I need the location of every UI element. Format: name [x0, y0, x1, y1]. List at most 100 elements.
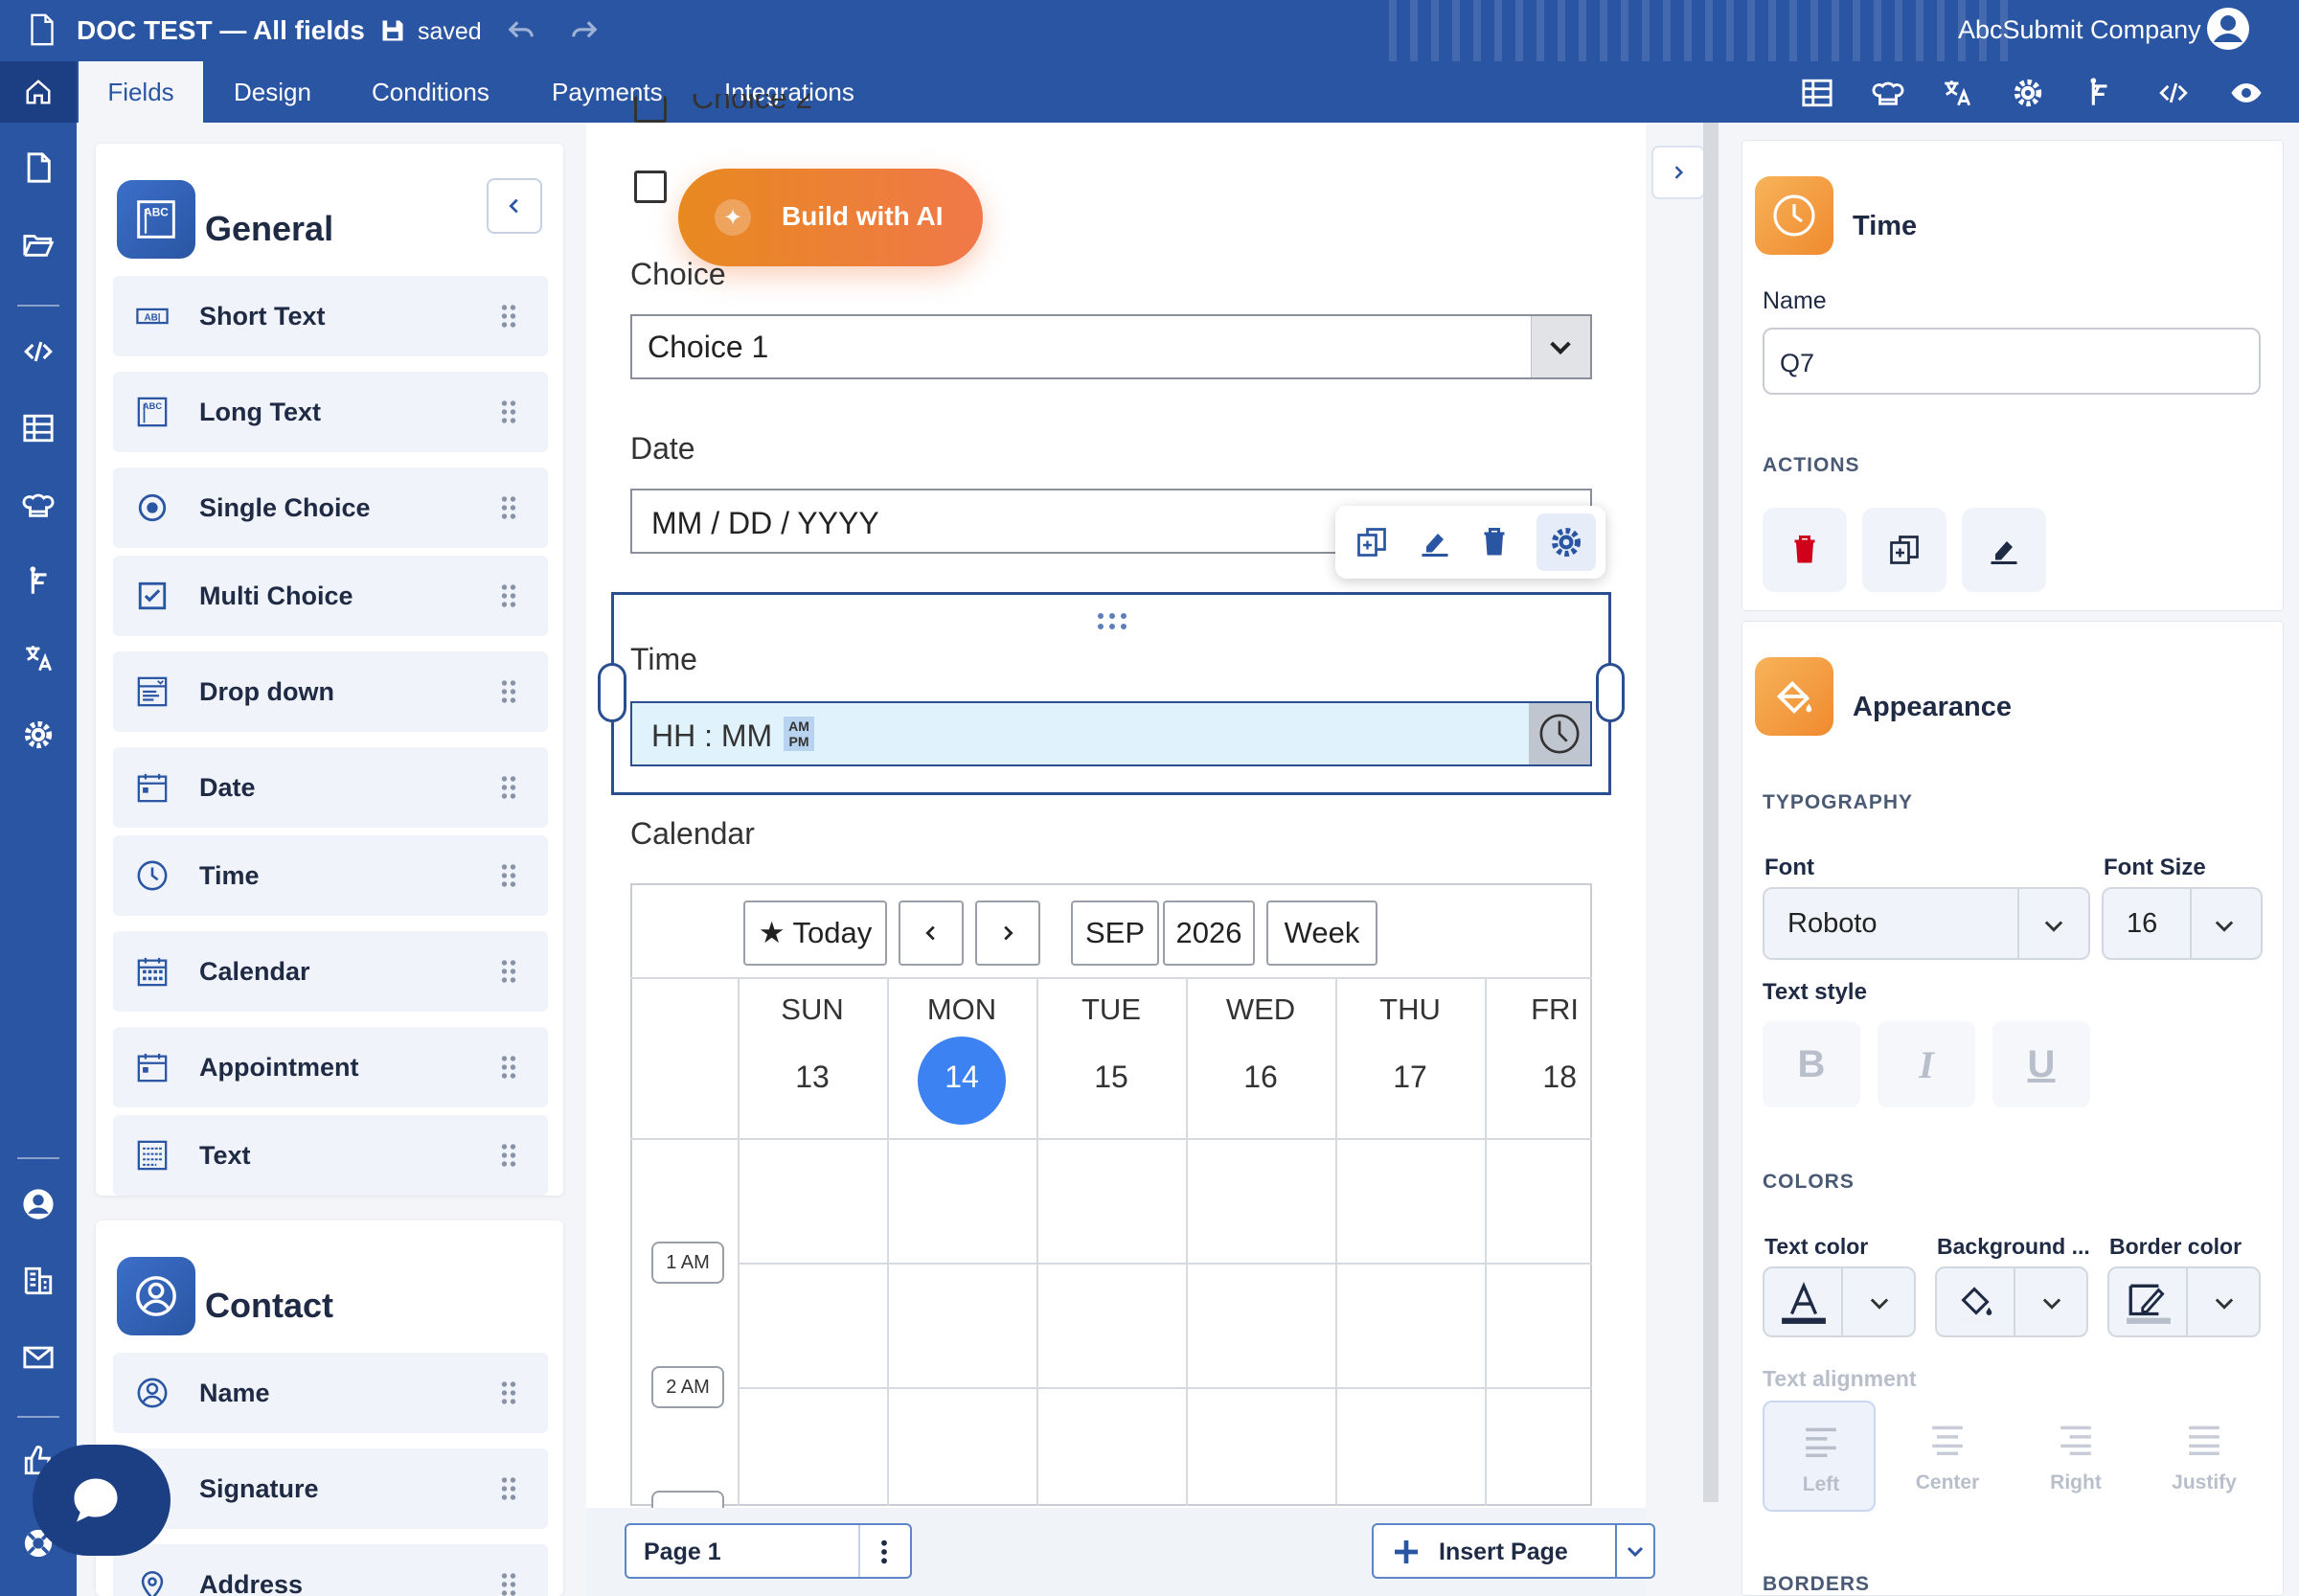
drag-handle-icon[interactable] — [500, 1379, 517, 1406]
code-embed-icon[interactable] — [2157, 77, 2190, 109]
expand-panel-button[interactable] — [1651, 146, 1705, 199]
live-chat-button[interactable] — [17, 1445, 171, 1556]
ampm-toggle[interactable]: AM PM — [784, 717, 814, 751]
align-center-button[interactable]: Center — [1891, 1401, 2004, 1512]
user-avatar-icon[interactable] — [2205, 6, 2251, 52]
drag-handle-icon[interactable] — [500, 958, 517, 985]
undo-icon[interactable] — [506, 16, 536, 45]
time-picker-button[interactable] — [1529, 703, 1590, 764]
field-drag-handle-icon[interactable] — [1096, 611, 1128, 632]
field-item-short-text[interactable]: AB| Short Text — [113, 276, 548, 356]
calendar-year-select[interactable]: 2026 — [1163, 901, 1255, 966]
field-item-long-text[interactable]: ABC Long Text — [113, 372, 548, 452]
code-icon[interactable] — [22, 335, 55, 368]
name-input[interactable] — [1763, 328, 2261, 395]
settings-gear-icon[interactable] — [2012, 77, 2044, 109]
folder-open-icon[interactable] — [22, 228, 55, 261]
build-with-ai-button[interactable]: ✦ Build with AI — [678, 169, 983, 266]
drag-handle-icon[interactable] — [500, 1142, 517, 1169]
time-input[interactable] — [630, 701, 1592, 766]
insert-page-button[interactable]: Insert Page — [1372, 1523, 1617, 1579]
field-item-appointment[interactable]: Appointment — [113, 1027, 548, 1107]
field-item-calendar[interactable]: Calendar — [113, 931, 548, 1012]
align-right-button[interactable]: Right — [2019, 1401, 2132, 1512]
drag-handle-icon[interactable] — [500, 1054, 517, 1081]
tab-design[interactable]: Design — [203, 61, 342, 123]
tab-payments[interactable]: Payments — [521, 61, 694, 123]
flow-logic-icon[interactable] — [22, 565, 55, 598]
align-justify-button[interactable]: Justify — [2148, 1401, 2261, 1512]
field-settings-button[interactable] — [1536, 513, 1596, 571]
drag-handle-icon[interactable] — [500, 494, 517, 521]
calendar-next-button[interactable] — [975, 901, 1040, 966]
align-left-button[interactable]: Left — [1763, 1401, 1876, 1512]
calendar-month-select[interactable]: SEP — [1071, 901, 1159, 966]
day-number[interactable]: 15 — [1036, 1060, 1186, 1095]
collapse-panel-button[interactable] — [487, 178, 542, 234]
resize-handle-left[interactable] — [598, 663, 626, 722]
choice-dropdown[interactable] — [630, 314, 1592, 379]
form-title[interactable]: DOC TEST — All fields — [77, 15, 365, 46]
account-circle-icon[interactable] — [22, 1188, 55, 1220]
translate-icon[interactable] — [22, 642, 55, 674]
resize-handle-right[interactable] — [1596, 663, 1625, 722]
more-vertical-icon[interactable] — [877, 1539, 891, 1565]
drag-handle-icon[interactable] — [500, 1475, 517, 1502]
preview-eye-icon[interactable] — [2230, 77, 2263, 109]
flow-logic-icon[interactable] — [2083, 77, 2115, 109]
page-selector[interactable]: Page 1 — [625, 1523, 912, 1579]
tab-conditions[interactable]: Conditions — [341, 61, 520, 123]
border-color-picker[interactable] — [2107, 1266, 2261, 1337]
clear-field-button[interactable] — [1962, 508, 2046, 592]
insert-page-dropdown[interactable] — [1615, 1523, 1655, 1579]
drag-handle-icon[interactable] — [500, 862, 517, 889]
underline-button[interactable]: U — [1992, 1021, 2090, 1107]
chef-hat-icon[interactable] — [22, 489, 55, 521]
home-button[interactable] — [0, 61, 77, 123]
building-icon[interactable] — [22, 1265, 55, 1297]
field-item-signature[interactable]: Signature — [113, 1448, 548, 1529]
chef-hat-icon[interactable] — [1872, 77, 1904, 109]
font-size-select[interactable]: 16 — [2102, 887, 2263, 960]
canvas-scrollbar[interactable] — [1703, 123, 1719, 1502]
settings-gear-icon[interactable] — [22, 718, 55, 751]
delete-field-button[interactable] — [1763, 508, 1847, 592]
field-item-address[interactable]: Address — [113, 1544, 548, 1596]
calendar-view-select[interactable]: Week — [1266, 901, 1377, 966]
trash-icon[interactable] — [1477, 525, 1512, 559]
bold-button[interactable]: B — [1763, 1021, 1860, 1107]
font-select[interactable]: Roboto — [1763, 887, 2090, 960]
field-item-multi-choice[interactable]: Multi Choice — [113, 556, 548, 636]
text-color-picker[interactable] — [1763, 1266, 1916, 1337]
background-color-picker[interactable] — [1935, 1266, 2088, 1337]
drag-handle-icon[interactable] — [500, 678, 517, 705]
grid-table-icon[interactable] — [22, 412, 55, 445]
day-number-today[interactable]: 14 — [887, 1060, 1036, 1095]
duplicate-field-button[interactable] — [1862, 508, 1946, 592]
choice-2-checkbox[interactable] — [634, 96, 667, 123]
field-item-time[interactable]: Time — [113, 835, 548, 916]
day-number[interactable]: 17 — [1335, 1060, 1485, 1095]
calendar-prev-button[interactable] — [899, 901, 964, 966]
field-item-drop-down[interactable]: Drop down — [113, 651, 548, 732]
day-number[interactable]: 16 — [1186, 1060, 1335, 1095]
italic-button[interactable]: I — [1878, 1021, 1975, 1107]
mail-icon[interactable] — [22, 1341, 55, 1374]
field-item-text[interactable]: Text — [113, 1115, 548, 1196]
drag-handle-icon[interactable] — [500, 582, 517, 609]
choice-3-checkbox[interactable] — [634, 171, 667, 203]
calendar-today-button[interactable]: ★ Today — [743, 901, 887, 966]
day-number[interactable]: 18 — [1485, 1060, 1592, 1095]
duplicate-icon[interactable] — [1354, 525, 1389, 559]
company-name[interactable]: AbcSubmit Company — [1958, 15, 2201, 45]
drag-handle-icon[interactable] — [500, 303, 517, 330]
drag-handle-icon[interactable] — [500, 1571, 517, 1596]
grid-table-icon[interactable] — [1801, 77, 1833, 109]
drag-handle-icon[interactable] — [500, 774, 517, 801]
tab-fields[interactable]: Fields — [79, 61, 203, 123]
translate-icon[interactable] — [1941, 77, 1973, 109]
field-item-name[interactable]: Name — [113, 1353, 548, 1433]
redo-icon[interactable] — [569, 16, 600, 45]
drag-handle-icon[interactable] — [500, 399, 517, 425]
field-item-single-choice[interactable]: Single Choice — [113, 467, 548, 548]
